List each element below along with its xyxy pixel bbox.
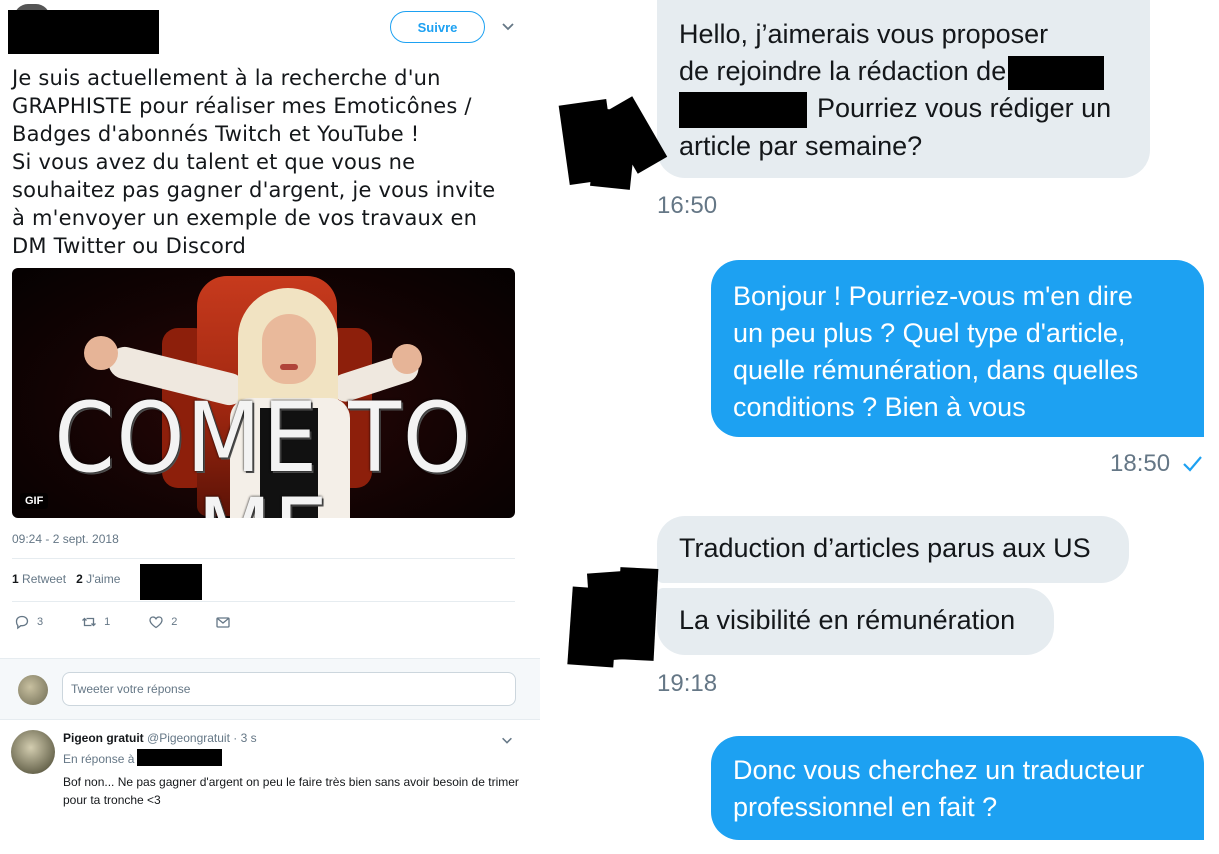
message-time: 16:50 xyxy=(657,192,718,219)
retweet-stat-label: Retweet xyxy=(22,572,67,586)
tweet-actions: 3 1 2 xyxy=(14,614,269,630)
message-line-text: de rejoindre la rédaction de xyxy=(679,56,1007,86)
message-line: Hello, j’aimerais vous proposer xyxy=(679,19,1049,49)
gif-media[interactable]: COME TO ME GIF xyxy=(12,268,515,518)
message-line: article par semaine? xyxy=(679,130,923,161)
retweet-count: 1 xyxy=(104,616,111,628)
retweet-stat[interactable]: 1 Retweet xyxy=(12,572,66,586)
tweet-text-line: GRAPHISTE pour réaliser mes Emoticônes / xyxy=(12,94,472,118)
tweet-text-line: Badges d'abonnés Twitch et YouTube ! xyxy=(12,122,420,146)
in-reply-to: En réponse à xyxy=(63,752,134,766)
woman-hand xyxy=(84,336,118,370)
received-message: Traduction d’articles parus aux US xyxy=(657,516,1129,583)
commenter-name[interactable]: Pigeon gratuit xyxy=(63,731,144,745)
tweet-text-line: Je suis actuellement à la recherche d'un xyxy=(12,66,441,90)
message-line: Bonjour ! Pourriez-vous m'en dire xyxy=(733,281,1133,311)
like-count: 2 xyxy=(171,616,178,628)
like-stat-label: J'aime xyxy=(86,572,121,586)
tweet-text-line: souhaitez pas gagner d'argent, je vous i… xyxy=(12,178,496,202)
received-message: La visibilité en rémunération xyxy=(657,588,1054,655)
tweet-text-line: Si vous avez du talent et que vous ne xyxy=(12,150,416,174)
message-line: de rejoindre la rédaction de xyxy=(679,53,1128,90)
message-line: Donc vous cherchez un traducteur xyxy=(733,755,1145,785)
message-line: quelle rémunération, dans quelles xyxy=(733,355,1139,385)
message-time: 18:50 xyxy=(1110,450,1171,477)
like-button[interactable]: 2 xyxy=(148,614,177,630)
comment-time[interactable]: · 3 s xyxy=(233,731,256,745)
message-line: professionnel en fait ? xyxy=(733,792,998,822)
commenter-handle[interactable]: @Pigeongratuit xyxy=(147,731,230,745)
redacted-text xyxy=(679,91,807,128)
reply-icon xyxy=(15,615,29,630)
message-line: conditions ? Bien à vous xyxy=(733,392,1026,422)
in-reply-to-label: En réponse à xyxy=(63,752,135,766)
woman-hand xyxy=(392,344,422,374)
dm-conversation: Hello, j’aimerais vous proposer de rejoi… xyxy=(540,0,1219,854)
comment-header: Pigeon gratuit @Pigeongratuit · 3 s xyxy=(63,731,257,745)
sent-message: Donc vous cherchez un traducteur profess… xyxy=(711,736,1204,840)
divider xyxy=(12,558,515,559)
reply-count: 3 xyxy=(37,616,44,628)
divider xyxy=(12,601,515,602)
follow-button[interactable]: Suivre xyxy=(390,11,485,43)
commenter-avatar[interactable] xyxy=(11,730,55,774)
woman-face xyxy=(262,314,316,384)
message-line: un peu plus ? Quel type d'article, xyxy=(733,318,1126,348)
retweet-icon xyxy=(82,617,97,627)
redacted-liker-avatars xyxy=(140,564,202,600)
user-avatar[interactable] xyxy=(18,675,48,705)
retweet-button[interactable]: 1 xyxy=(81,614,110,630)
message-line: Pourriez vous rédiger un xyxy=(679,90,1128,128)
message-line: Traduction d’articles parus aux US xyxy=(679,533,1091,563)
retweet-stat-count: 1 xyxy=(12,572,19,586)
reply-composer: Tweeter votre réponse xyxy=(0,658,540,720)
reply-input[interactable]: Tweeter votre réponse xyxy=(62,672,516,706)
envelope-icon xyxy=(216,617,231,628)
chevron-down-icon[interactable] xyxy=(500,18,516,34)
redacted-author-name xyxy=(8,10,159,54)
redacted-reply-handle xyxy=(137,749,222,766)
tweet-text-line: à m'envoyer un exemple de vos travaux en xyxy=(12,206,478,230)
received-message: Hello, j’aimerais vous proposer de rejoi… xyxy=(657,0,1150,178)
reply-button[interactable]: 3 xyxy=(14,614,43,630)
redacted-text xyxy=(1008,55,1105,90)
tweet-text-line: DM Twitter ou Discord xyxy=(12,234,246,258)
tweet-timestamp[interactable]: 09:24 - 2 sept. 2018 xyxy=(12,532,119,546)
direct-message-button[interactable] xyxy=(215,614,231,630)
gif-caption: COME TO ME xyxy=(54,382,473,518)
chevron-down-icon[interactable] xyxy=(500,733,514,747)
message-time: 19:18 xyxy=(657,670,718,697)
gif-badge: GIF xyxy=(20,493,49,509)
tweet-stats: 1 Retweet 2 J'aime xyxy=(12,572,120,586)
message-line: La visibilité en rémunération xyxy=(679,605,1016,635)
comment-text: Bof non... Ne pas gagner d'argent on peu… xyxy=(63,775,519,807)
like-stat-count: 2 xyxy=(76,572,83,586)
read-checkmark-icon xyxy=(1183,456,1202,472)
heart-icon xyxy=(149,616,163,629)
message-line-text: Pourriez vous rédiger un xyxy=(817,93,1112,123)
woman-lips xyxy=(280,364,298,370)
tweet-panel: Suivre Je suis actuellement à la recherc… xyxy=(0,0,540,854)
like-stat[interactable]: 2 J'aime xyxy=(76,572,120,586)
tweet-text: Je suis actuellement à la recherche d'un… xyxy=(12,64,517,260)
redacted-avatar xyxy=(615,567,659,661)
sent-message: Bonjour ! Pourriez-vous m'en dire un peu… xyxy=(711,260,1204,437)
